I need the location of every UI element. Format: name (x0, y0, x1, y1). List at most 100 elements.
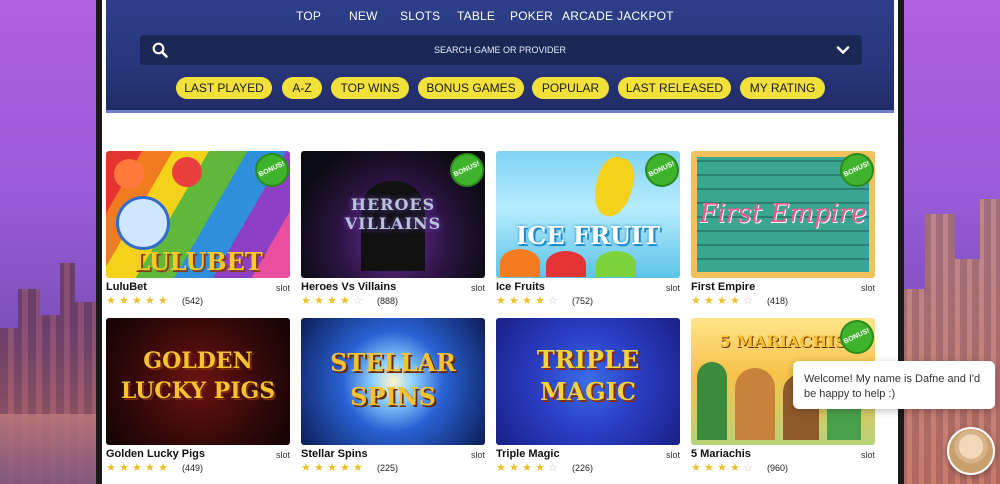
star-icon[interactable]: ★ (119, 296, 130, 307)
search-input[interactable] (180, 35, 820, 65)
game-name[interactable]: Ice Fruits (496, 281, 545, 293)
game-thumbnail[interactable]: LULUBET BONUS! (106, 151, 290, 278)
game-thumbnail[interactable]: First Empire BONUS! (691, 151, 875, 278)
star-icon[interactable]: ★ (496, 296, 507, 307)
star-icon[interactable]: ☆ (353, 296, 364, 307)
star-icon[interactable]: ★ (535, 463, 546, 474)
filter-bonus-games[interactable]: BONUS GAMES (418, 77, 524, 99)
bonus-badge: BONUS! (447, 151, 485, 190)
game-card[interactable]: ICE FRUIT BONUS! Ice Fruits slot ★ ★ ★ ★ ☆ (… (496, 151, 680, 311)
game-thumbnail[interactable]: STELLAR SPINS (301, 318, 485, 445)
game-thumbnail[interactable]: TRIPLE MAGIC (496, 318, 680, 445)
search-icon[interactable] (152, 42, 168, 58)
star-icon[interactable]: ☆ (548, 296, 559, 307)
header: TOP NEW SLOTS TABLE POKER ARCADE JACKPOT (106, 0, 894, 113)
star-icon[interactable]: ★ (704, 296, 715, 307)
star-icon[interactable]: ★ (106, 463, 117, 474)
filter-popular[interactable]: POPULAR (532, 77, 609, 99)
star-icon[interactable]: ★ (509, 296, 520, 307)
game-card[interactable]: LULUBET BONUS! LuluBet slot ★ ★ ★ ★ ★ (542) (106, 151, 290, 311)
game-type: slot (470, 450, 485, 460)
star-icon[interactable]: ★ (145, 463, 156, 474)
nav-item-jackpot[interactable]: JACKPOT (617, 9, 674, 23)
star-icon[interactable]: ★ (340, 296, 351, 307)
star-icon[interactable]: ★ (106, 296, 117, 307)
filter-a-z[interactable]: A-Z (282, 77, 322, 99)
game-name[interactable]: Stellar Spins (301, 448, 368, 460)
star-icon[interactable]: ★ (327, 296, 338, 307)
game-name[interactable]: LuluBet (106, 281, 147, 293)
filter-last-released[interactable]: LAST RELEASED (618, 77, 731, 99)
star-icon[interactable]: ★ (691, 296, 702, 307)
game-name[interactable]: Golden Lucky Pigs (106, 448, 205, 460)
bonus-badge: BONUS! (837, 318, 875, 357)
chat-message: Welcome! My name is Dafne and I'd be hap… (804, 373, 981, 400)
rating-stars[interactable]: ★ ★ ★ ★ ☆ (496, 463, 559, 475)
game-card[interactable]: First Empire BONUS! First Empire slot ★ ★… (691, 151, 875, 311)
star-icon[interactable]: ★ (704, 463, 715, 474)
rating-stars[interactable]: ★ ★ ★ ★ ★ (301, 463, 364, 475)
star-icon[interactable]: ★ (119, 463, 130, 474)
rating-stars[interactable]: ★ ★ ★ ★ ☆ (496, 296, 559, 308)
star-icon[interactable]: ★ (145, 296, 156, 307)
star-icon[interactable]: ★ (509, 463, 520, 474)
game-card[interactable]: TRIPLE MAGIC Triple Magic slot ★ ★ ★ ★ ☆ (22… (496, 318, 680, 478)
star-icon[interactable]: ★ (158, 296, 169, 307)
nav-item-table[interactable]: TABLE (457, 9, 495, 23)
game-card[interactable]: GOLDEN LUCKY PIGS Golden Lucky Pigs slot… (106, 318, 290, 478)
star-icon[interactable]: ★ (730, 296, 741, 307)
nav-item-poker[interactable]: POKER (510, 9, 553, 23)
star-icon[interactable]: ★ (717, 296, 728, 307)
game-card[interactable]: STELLAR SPINS Stellar Spins slot ★ ★ ★ ★ ★ (… (301, 318, 485, 478)
rating-stars[interactable]: ★ ★ ★ ★ ★ (106, 463, 169, 475)
nav-item-arcade[interactable]: ARCADE (562, 9, 613, 23)
rating-stars[interactable]: ★ ★ ★ ★ ★ (106, 296, 169, 308)
nav-item-slots[interactable]: SLOTS (400, 9, 440, 23)
game-thumbnail[interactable]: GOLDEN LUCKY PIGS (106, 318, 290, 445)
star-icon[interactable]: ★ (522, 463, 533, 474)
rating-count: (752) (572, 296, 594, 306)
game-name[interactable]: First Empire (691, 281, 755, 293)
star-icon[interactable]: ★ (535, 296, 546, 307)
star-icon[interactable]: ★ (314, 296, 325, 307)
game-name[interactable]: Triple Magic (496, 448, 560, 460)
filter-top-wins[interactable]: TOP WINS (331, 77, 409, 99)
star-icon[interactable]: ★ (301, 296, 312, 307)
filter-last-played[interactable]: LAST PLAYED (176, 77, 272, 99)
game-name[interactable]: 5 Mariachis (691, 448, 751, 460)
filter-my-rating[interactable]: MY RATING (740, 77, 825, 99)
game-name[interactable]: Heroes Vs Villains (301, 281, 396, 293)
nav-item-top[interactable]: TOP (296, 9, 321, 23)
chevron-down-icon[interactable] (836, 43, 850, 57)
game-art-title: ICE FRUIT (516, 221, 660, 250)
star-icon[interactable]: ★ (496, 463, 507, 474)
star-icon[interactable]: ★ (340, 463, 351, 474)
star-icon[interactable]: ★ (327, 463, 338, 474)
chat-avatar[interactable] (947, 427, 995, 475)
star-icon[interactable]: ★ (132, 296, 143, 307)
rating-stars[interactable]: ★ ★ ★ ★ ☆ (691, 463, 754, 475)
game-type: slot (665, 450, 680, 460)
star-icon[interactable]: ☆ (743, 296, 754, 307)
game-art-title: GOLDEN LUCKY PIGS (120, 348, 276, 404)
star-icon[interactable]: ★ (522, 296, 533, 307)
star-icon[interactable]: ★ (717, 463, 728, 474)
rating-stars[interactable]: ★ ★ ★ ★ ☆ (301, 296, 364, 308)
star-icon[interactable]: ★ (730, 463, 741, 474)
rating-stars[interactable]: ★ ★ ★ ★ ☆ (691, 296, 754, 308)
game-thumbnail[interactable]: ICE FRUIT BONUS! (496, 151, 680, 278)
star-icon[interactable]: ★ (158, 463, 169, 474)
star-icon[interactable]: ☆ (743, 463, 754, 474)
star-icon[interactable]: ★ (353, 463, 364, 474)
game-thumbnail[interactable]: HEROES VILLAINS BONUS! (301, 151, 485, 278)
game-card[interactable]: HEROES VILLAINS BONUS! Heroes Vs Villain… (301, 151, 485, 311)
star-icon[interactable]: ★ (691, 463, 702, 474)
game-art-title: First Empire (699, 199, 867, 229)
nav-item-new[interactable]: NEW (349, 9, 378, 23)
star-icon[interactable]: ★ (301, 463, 312, 474)
star-icon[interactable]: ★ (314, 463, 325, 474)
star-icon[interactable]: ★ (132, 463, 143, 474)
chat-bubble[interactable]: Welcome! My name is Dafne and I'd be hap… (793, 361, 995, 409)
star-icon[interactable]: ☆ (548, 463, 559, 474)
game-type: slot (860, 283, 875, 293)
